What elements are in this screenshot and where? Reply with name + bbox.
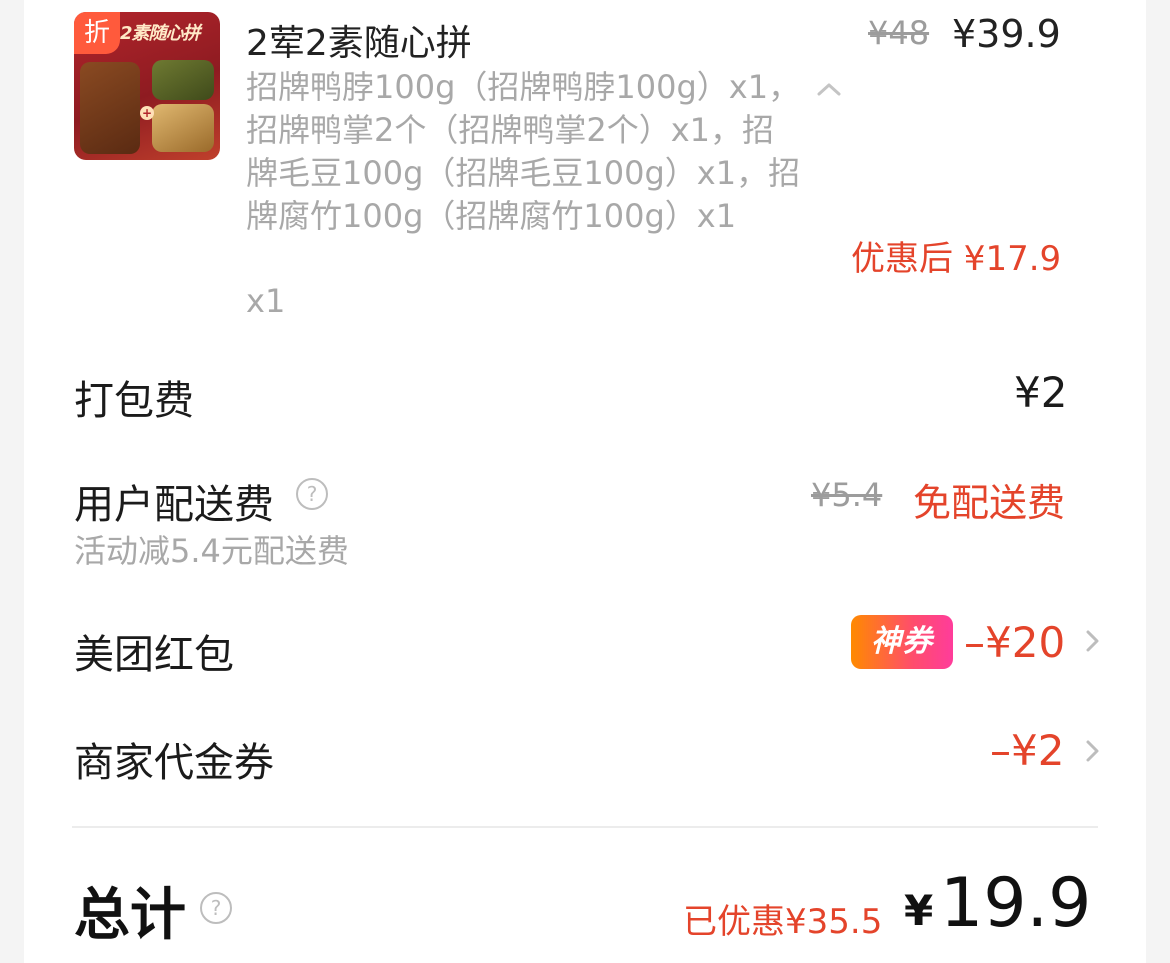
product-price: ¥39.9 [952,12,1061,56]
chevron-right-icon[interactable] [1082,624,1104,658]
chevron-up-icon[interactable] [812,68,846,108]
divider [72,826,1098,828]
delivery-fee-value: 免配送费 [913,481,1066,525]
total-value: 19.9 [940,864,1092,943]
merchant-voucher-value[interactable]: –¥2 [990,726,1064,775]
after-discount-price: 优惠后 ¥17.9 [851,239,1062,279]
thumbnail-banner-text: 2素随心拼 [120,23,201,44]
product-thumbnail[interactable]: 折 2素随心拼 + [74,12,220,160]
delivery-fee-note: 活动减5.4元配送费 [74,532,349,570]
duck-meat-image [80,62,140,154]
red-packet-label: 美团红包 [74,632,234,678]
product-quantity: x1 [246,282,286,320]
delivery-fee-label: 用户配送费 [74,482,274,528]
total-saved: 已优惠¥35.5 [683,902,883,942]
edamame-image [152,60,214,100]
question-icon[interactable]: ? [296,478,328,510]
product-description: 招牌鸭脖100g（招牌鸭脖100g）x1，招牌鸭掌2个（招牌鸭掌2个）x1，招牌… [246,68,801,235]
product-title: 2荤2素随心拼 [246,23,472,64]
tofu-skin-image [152,104,214,152]
plus-icon: + [140,106,154,120]
question-icon[interactable]: ? [200,892,232,924]
product-original-price: ¥48 [868,14,930,52]
total-currency: ¥ [904,886,934,935]
delivery-fee-original: ¥5.4 [811,476,883,514]
merchant-voucher-label: 商家代金券 [74,740,274,786]
chevron-right-icon[interactable] [1082,734,1104,768]
total-help[interactable]: ? [200,892,232,924]
discount-badge: 折 [74,12,120,54]
packing-fee-value: ¥2 [1014,368,1068,417]
total-label: 总计 [74,883,186,948]
delivery-help[interactable]: ? [296,478,328,510]
red-packet-value[interactable]: –¥20 [964,618,1065,667]
shenquan-badge[interactable]: 神券 [851,615,953,669]
packing-fee-label: 打包费 [74,378,194,424]
